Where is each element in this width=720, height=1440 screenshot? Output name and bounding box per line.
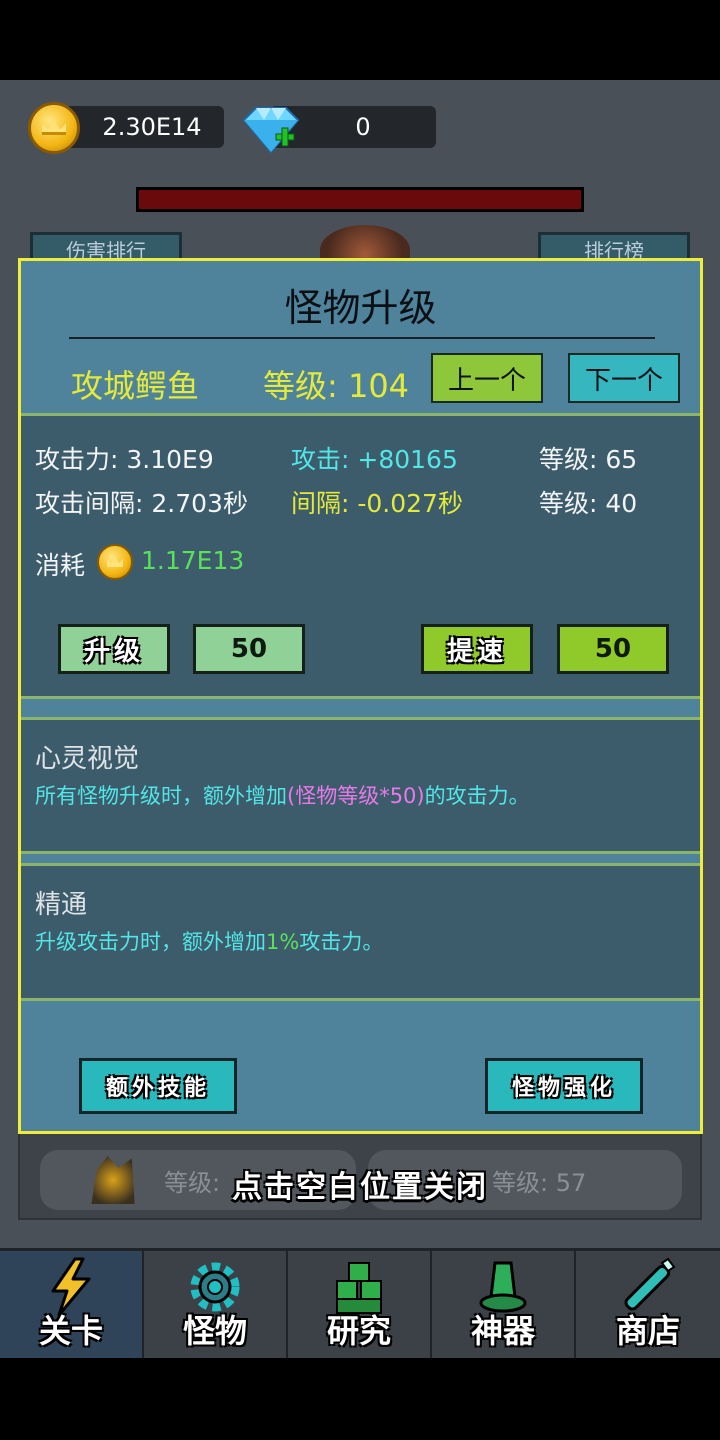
attack-bonus: 攻击: +80165 <box>291 445 458 474</box>
bottom-navigation: 关卡 怪物 研究 神器 商店 <box>0 1248 720 1358</box>
speed-up-button[interactable]: 提速 <box>421 624 533 674</box>
skill-card: 精通 升级攻击力时，额外增加1%攻击力。 <box>21 863 700 1001</box>
monster-upgrade-panel: 怪物升级 攻城鳄鱼 等级: 104 上一个 下一个 攻击力: 3.10E9 攻击… <box>18 258 703 1134</box>
monster-enhance-button[interactable]: 怪物强化 <box>485 1058 643 1114</box>
upgrade-amount-button[interactable]: 50 <box>193 624 305 674</box>
gem-amount: 0 <box>355 113 371 141</box>
game-screen: 2.30E14 0 伤害排行 排行榜 等级: 等级: 57 怪物升级 攻城鳄鱼 … <box>0 80 720 1358</box>
extra-skill-button-label: 额外技能 <box>105 1076 210 1101</box>
monster-level: 等级: 104 <box>263 367 410 405</box>
tab-research[interactable]: 研究 <box>288 1251 432 1358</box>
attack-stat: 攻击力: 3.10E9 <box>35 445 214 474</box>
cost-label: 消耗 <box>35 551 86 580</box>
bell-icon <box>479 1261 527 1313</box>
close-hint[interactable]: 点击空白位置关闭 <box>0 1162 720 1206</box>
coin-icon <box>28 102 80 154</box>
stats-section: 攻击力: 3.10E9 攻击: +80165 等级: 65 攻击间隔: 2.70… <box>21 413 700 699</box>
coin-icon <box>97 544 133 580</box>
skill-name: 精通 <box>35 890 88 920</box>
interval-stat: 攻击间隔: 2.703秒 <box>35 489 248 518</box>
panel-title: 怪物升级 <box>284 286 437 330</box>
divider <box>69 337 655 339</box>
boss-health-bar <box>136 187 584 212</box>
upgrade-button[interactable]: 升级 <box>58 624 170 674</box>
skill-description: 所有怪物升级时，额外增加(怪物等级*50)的攻击力。 <box>35 784 530 808</box>
speed-amount-button[interactable]: 50 <box>557 624 669 674</box>
attack-level: 等级: 65 <box>539 445 638 474</box>
extra-skill-button[interactable]: 额外技能 <box>79 1058 237 1114</box>
cost-value: 1.17E13 <box>141 546 245 575</box>
speed-up-button-label: 提速 <box>446 636 507 667</box>
gear-icon <box>190 1262 240 1312</box>
next-monster-button[interactable]: 下一个 <box>568 353 680 403</box>
cubes-icon <box>336 1262 382 1314</box>
upgrade-button-label: 升级 <box>83 636 144 667</box>
monster-name: 攻城鳄鱼 <box>71 367 200 405</box>
tab-stage[interactable]: 关卡 <box>0 1251 144 1358</box>
coin-amount: 2.30E14 <box>102 113 202 141</box>
bottle-icon <box>624 1257 676 1311</box>
upgrade-amount: 50 <box>230 634 268 664</box>
tab-artifacts[interactable]: 神器 <box>432 1251 576 1358</box>
skill-card: 心灵视觉 所有怪物升级时，额外增加(怪物等级*50)的攻击力。 <box>21 717 700 854</box>
monster-enhance-button-label: 怪物强化 <box>511 1076 616 1101</box>
interval-bonus: 间隔: -0.027秒 <box>291 489 463 518</box>
previous-monster-button[interactable]: 上一个 <box>431 353 543 403</box>
speed-amount: 50 <box>594 634 632 664</box>
skill-description: 升级攻击力时，额外增加1%攻击力。 <box>35 930 384 954</box>
lightning-icon <box>51 1257 91 1317</box>
tab-shop[interactable]: 商店 <box>576 1251 720 1358</box>
tab-monsters[interactable]: 怪物 <box>144 1251 288 1358</box>
interval-level: 等级: 40 <box>539 489 638 518</box>
diamond-add-icon[interactable] <box>240 104 302 156</box>
skill-name: 心灵视觉 <box>35 744 140 774</box>
